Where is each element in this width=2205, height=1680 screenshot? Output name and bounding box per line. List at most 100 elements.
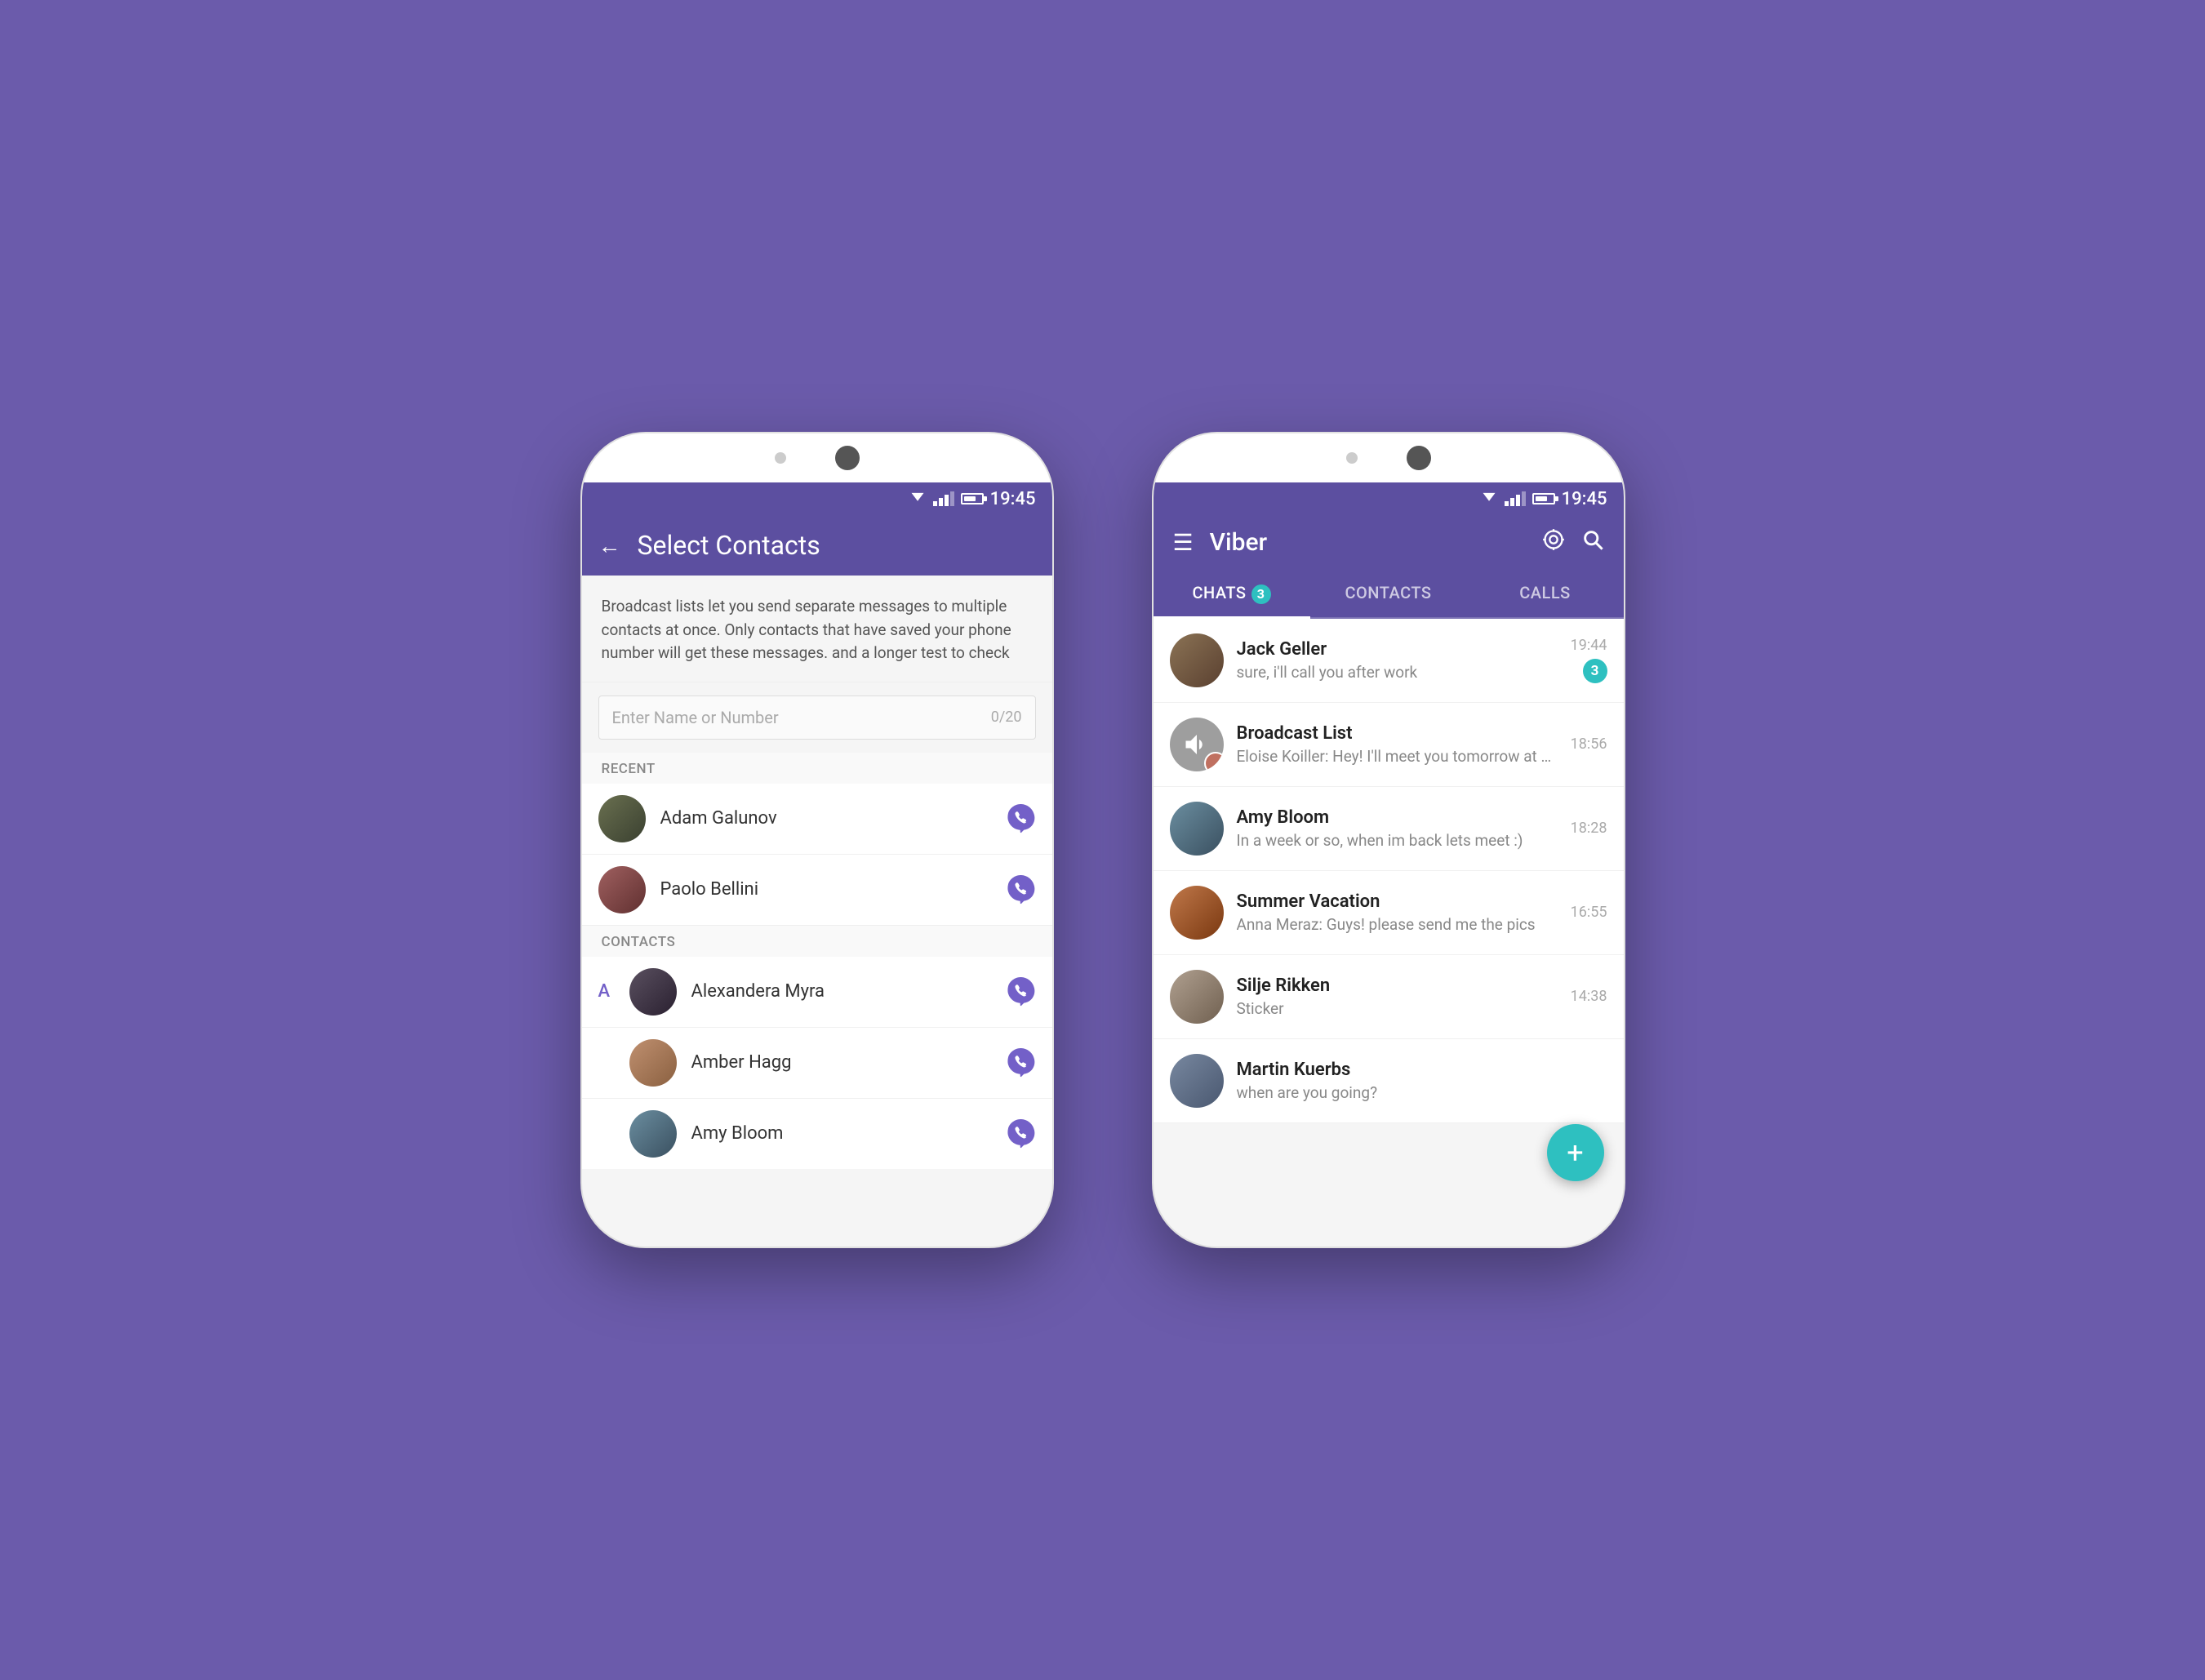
chat-preview: when are you going? bbox=[1237, 1083, 1594, 1102]
search-button[interactable] bbox=[1581, 528, 1604, 557]
avatar bbox=[598, 866, 646, 913]
avatar bbox=[1170, 886, 1224, 940]
chat-preview: In a week or so, when im back lets meet … bbox=[1237, 831, 1558, 850]
chat-preview: Eloise Koiller: Hey! I'll meet you tomor… bbox=[1237, 747, 1558, 766]
chat-time: 18:56 bbox=[1571, 736, 1607, 753]
chat-meta: 18:56 bbox=[1571, 736, 1607, 753]
chat-preview: Anna Meraz: Guys! please send me the pic… bbox=[1237, 915, 1558, 934]
avatar bbox=[629, 1039, 677, 1087]
chat-name: Jack Geller bbox=[1237, 639, 1558, 660]
list-item[interactable]: A Alexandera Myra bbox=[582, 957, 1052, 1028]
status-bar: 19:45 bbox=[582, 482, 1052, 515]
broadcast-icon bbox=[1182, 730, 1211, 759]
broadcast-description: Broadcast lists let you send separate me… bbox=[582, 576, 1052, 682]
front-camera bbox=[775, 452, 786, 464]
tab-chats[interactable]: CHATS3 bbox=[1154, 570, 1310, 617]
front-camera-2 bbox=[1346, 452, 1358, 464]
contact-name: Paolo Bellini bbox=[660, 879, 992, 900]
viber-icon bbox=[1007, 1048, 1036, 1078]
chat-info: Silje Rikken Sticker bbox=[1237, 976, 1558, 1018]
contacts-section-label: CONTACTS bbox=[582, 926, 1052, 957]
avatar bbox=[1170, 802, 1224, 856]
header-icons bbox=[1542, 528, 1604, 557]
status-time-2: 19:45 bbox=[1562, 489, 1607, 509]
navigation-tabs: CHATS3 CONTACTS CALLS bbox=[1154, 570, 1624, 619]
signal-icon-2 bbox=[1505, 491, 1526, 506]
viber-icon bbox=[1007, 977, 1036, 1007]
app-title: Viber bbox=[1210, 528, 1542, 557]
chat-time: 19:44 bbox=[1571, 637, 1607, 654]
viber-icon bbox=[1007, 804, 1036, 833]
new-chat-fab[interactable]: + bbox=[1547, 1124, 1604, 1181]
chat-preview: Sticker bbox=[1237, 999, 1558, 1018]
status-time: 19:45 bbox=[990, 489, 1036, 509]
avatar bbox=[629, 968, 677, 1016]
chat-meta: 16:55 bbox=[1571, 904, 1607, 921]
speaker bbox=[835, 446, 860, 470]
battery-icon-2 bbox=[1532, 493, 1555, 504]
qr-icon[interactable] bbox=[1542, 528, 1565, 557]
speaker-2 bbox=[1407, 446, 1431, 470]
contact-name: Amy Bloom bbox=[691, 1123, 992, 1144]
chat-item[interactable]: Jack Geller sure, i'll call you after wo… bbox=[1154, 619, 1624, 703]
chat-item[interactable]: Amy Bloom In a week or so, when im back … bbox=[1154, 787, 1624, 871]
unread-badge: 3 bbox=[1583, 659, 1607, 683]
app-header: ☰ Viber bbox=[1154, 515, 1624, 570]
status-bar-2: 19:45 bbox=[1154, 482, 1624, 515]
scroll-area[interactable]: Broadcast lists let you send separate me… bbox=[582, 576, 1052, 1247]
chat-name: Silje Rikken bbox=[1237, 976, 1558, 996]
search-input-area[interactable]: Enter Name or Number 0/20 bbox=[598, 696, 1036, 740]
phone-top-bar bbox=[582, 433, 1052, 482]
search-count: 0/20 bbox=[991, 709, 1022, 726]
chat-info: Jack Geller sure, i'll call you after wo… bbox=[1237, 639, 1558, 682]
recent-contacts-list: Adam Galunov Paolo Bellini bbox=[582, 784, 1052, 925]
search-placeholder: Enter Name or Number bbox=[612, 708, 779, 727]
section-letter-empty: A bbox=[598, 1052, 623, 1073]
chat-name: Amy Bloom bbox=[1237, 807, 1558, 828]
back-button[interactable]: ← bbox=[598, 532, 621, 559]
tab-contacts[interactable]: CONTACTS bbox=[1310, 570, 1467, 617]
broadcast-avatar bbox=[1170, 718, 1224, 771]
avatar bbox=[1170, 970, 1224, 1024]
chat-name: Summer Vacation bbox=[1237, 891, 1558, 912]
chat-item[interactable]: Summer Vacation Anna Meraz: Guys! please… bbox=[1154, 871, 1624, 955]
chat-item[interactable]: Martin Kuerbs when are you going? bbox=[1154, 1039, 1624, 1123]
menu-button[interactable]: ☰ bbox=[1173, 529, 1194, 556]
screen-header: ← Select Contacts bbox=[582, 515, 1052, 576]
chat-time: 16:55 bbox=[1571, 904, 1607, 921]
phone-top-bar-2 bbox=[1154, 433, 1624, 482]
avatar bbox=[629, 1110, 677, 1158]
phone-viber-chats: 19:45 ☰ Viber bbox=[1152, 432, 1625, 1248]
list-item[interactable]: Adam Galunov bbox=[582, 784, 1052, 855]
viber-icon bbox=[1007, 875, 1036, 904]
avatar bbox=[1170, 1054, 1224, 1108]
contact-name: Amber Hagg bbox=[691, 1052, 992, 1073]
chat-item[interactable]: Silje Rikken Sticker 14:38 bbox=[1154, 955, 1624, 1039]
contacts-list: A Alexandera Myra A Amber Hagg bbox=[582, 957, 1052, 1169]
contact-name: Adam Galunov bbox=[660, 808, 992, 829]
avatar bbox=[1170, 633, 1224, 687]
chat-info: Martin Kuerbs when are you going? bbox=[1237, 1060, 1594, 1102]
page-title: Select Contacts bbox=[638, 530, 820, 561]
chat-item[interactable]: Broadcast List Eloise Koiller: Hey! I'll… bbox=[1154, 703, 1624, 787]
list-item[interactable]: A Amy Bloom bbox=[582, 1099, 1052, 1169]
chat-name: Broadcast List bbox=[1237, 723, 1558, 744]
chat-meta: 14:38 bbox=[1571, 988, 1607, 1005]
list-item[interactable]: A Amber Hagg bbox=[582, 1028, 1052, 1099]
chat-info: Amy Bloom In a week or so, when im back … bbox=[1237, 807, 1558, 850]
battery-icon bbox=[961, 493, 984, 504]
wifi-icon-2 bbox=[1480, 492, 1498, 505]
chats-badge: 3 bbox=[1251, 584, 1271, 604]
viber-icon bbox=[1007, 1119, 1036, 1149]
chat-name: Martin Kuerbs bbox=[1237, 1060, 1594, 1080]
chat-list: Jack Geller sure, i'll call you after wo… bbox=[1154, 619, 1624, 1123]
wifi-icon bbox=[909, 492, 927, 505]
chat-time: 14:38 bbox=[1571, 988, 1607, 1005]
tab-calls[interactable]: CALLS bbox=[1467, 570, 1624, 617]
list-item[interactable]: Paolo Bellini bbox=[582, 855, 1052, 925]
section-letter: A bbox=[598, 981, 623, 1002]
section-letter-empty2: A bbox=[598, 1123, 623, 1144]
chat-preview: sure, i'll call you after work bbox=[1237, 663, 1558, 682]
avatar bbox=[598, 795, 646, 842]
recent-section-label: RECENT bbox=[582, 753, 1052, 784]
